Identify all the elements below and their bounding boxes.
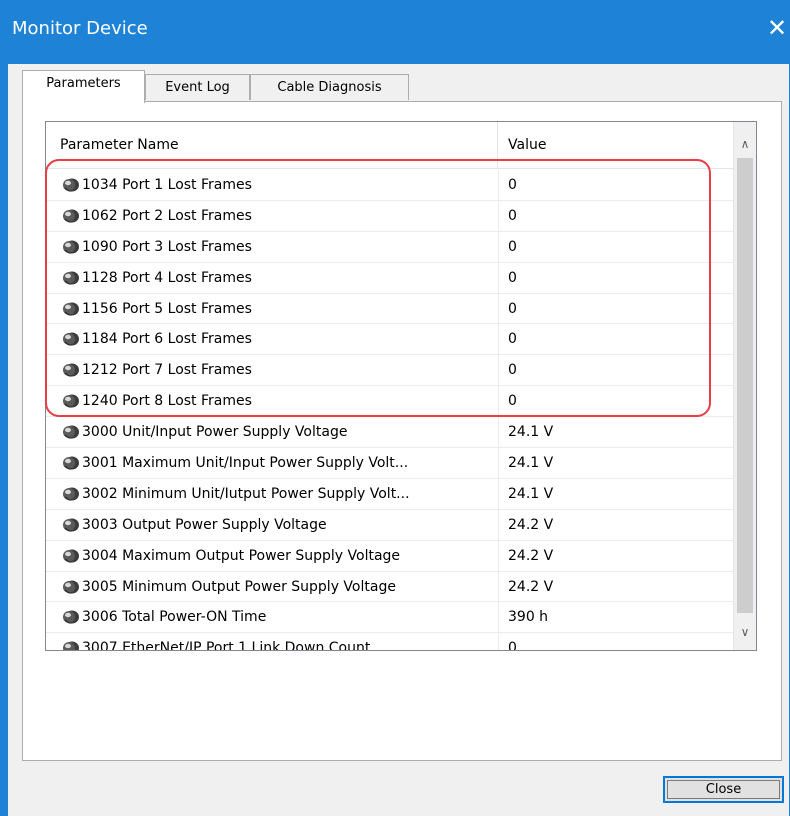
monitor-device-window: Monitor Device ✕ Parameters Event Log Ca… [0, 0, 790, 816]
table-row[interactable]: 1062 Port 2 Lost Frames 0 [46, 200, 734, 232]
column-separator [498, 355, 499, 386]
table-row[interactable]: 3007 EtherNet/IP Port 1 Link Down Count 0 [46, 633, 734, 651]
parameter-rows: 1034 Port 1 Lost Frames 0 1062 Port 2 Lost… [46, 170, 734, 651]
parameter-icon [62, 331, 80, 347]
parameter-value-cell: 0 [508, 207, 517, 224]
parameter-value-cell: 0 [508, 300, 517, 317]
close-icon[interactable]: ✕ [763, 14, 790, 42]
table-row[interactable]: 1156 Port 5 Lost Frames 0 [46, 293, 734, 325]
parameter-icon [62, 239, 80, 255]
column-header-parameter-name[interactable]: Parameter Name [46, 122, 498, 168]
parameter-name-cell: 3007 EtherNet/IP Port 1 Link Down Count [82, 640, 371, 651]
table-row[interactable]: 3000 Unit/Input Power Supply Voltage 24.1… [46, 417, 734, 449]
parameter-value-cell: 390 h [508, 609, 549, 626]
parameter-name-cell: 3005 Minimum Output Power Supply Voltage [82, 578, 396, 595]
parameter-value-cell: 24.1 V [508, 455, 554, 472]
table-row[interactable]: 3002 Minimum Unit/Iutput Power Supply Vo… [46, 478, 734, 510]
column-separator [498, 509, 499, 540]
parameter-name-cell: 1034 Port 1 Lost Frames [82, 177, 252, 193]
parameter-icon [62, 301, 80, 317]
parameter-name-cell: 3004 Maximum Output Power Supply Voltage [82, 547, 401, 564]
column-separator [498, 633, 499, 650]
window-title: Monitor Device [12, 18, 148, 39]
column-separator [498, 602, 499, 633]
parameter-icon [62, 208, 80, 224]
column-separator [498, 170, 499, 200]
parameter-icon [62, 177, 80, 193]
parameter-name-cell: 3006 Total Power-ON Time [82, 609, 267, 626]
parameter-name-cell: 3002 Minimum Unit/Iutput Power Supply Vo… [82, 485, 410, 502]
table-row[interactable]: 3006 Total Power-ON Time 390 h [46, 602, 734, 634]
table-row[interactable]: 1184 Port 6 Lost Frames 0 [46, 324, 734, 356]
column-separator [498, 540, 499, 571]
scrollbar-thumb[interactable] [737, 158, 753, 613]
parameter-icon [62, 517, 80, 533]
parameter-icon [62, 362, 80, 378]
parameter-name-cell: 1240 Port 8 Lost Frames [82, 393, 252, 410]
parameter-value-cell: 0 [508, 269, 517, 286]
vertical-scrollbar[interactable]: ∧ ∨ [733, 122, 756, 650]
parameter-icon [62, 393, 80, 409]
table-row[interactable]: 3005 Minimum Output Power Supply Voltage… [46, 571, 734, 603]
title-bar[interactable]: Monitor Device ✕ [0, 0, 790, 64]
tab-event-log[interactable]: Event Log [145, 74, 250, 100]
parameter-value-cell: 24.1 V [508, 485, 554, 502]
parameter-value-cell: 0 [508, 177, 517, 193]
table-row[interactable]: 3004 Maximum Output Power Supply Voltage… [46, 540, 734, 572]
table-row[interactable]: 1034 Port 1 Lost Frames 0 [46, 170, 734, 201]
parameter-value-cell: 0 [508, 640, 517, 651]
parameter-name-cell: 1156 Port 5 Lost Frames [82, 300, 252, 317]
parameter-name-cell: 3003 Output Power Supply Voltage [82, 516, 327, 533]
parameter-name-cell: 1062 Port 2 Lost Frames [82, 207, 252, 224]
column-separator [498, 293, 499, 324]
parameter-icon [62, 579, 80, 595]
column-separator [498, 200, 499, 231]
scroll-up-icon[interactable]: ∧ [734, 130, 756, 158]
scroll-down-icon[interactable]: ∨ [734, 618, 756, 646]
parameter-value-cell: 0 [508, 238, 517, 255]
parameter-list[interactable]: Parameter Name Value 1034 Port 1 Lost Fr… [45, 121, 757, 651]
parameter-icon [62, 609, 80, 625]
close-button-focus-rect [667, 780, 780, 799]
parameter-name-cell: 1184 Port 6 Lost Frames [82, 331, 252, 348]
parameter-value-cell: 0 [508, 362, 517, 379]
parameter-name-cell: 1212 Port 7 Lost Frames [82, 362, 252, 379]
table-row[interactable]: 3001 Maximum Unit/Input Power Supply Vol… [46, 448, 734, 479]
close-button[interactable]: Close [663, 776, 784, 803]
tab-cable-diagnosis[interactable]: Cable Diagnosis [250, 74, 409, 100]
table-row[interactable]: 3003 Output Power Supply Voltage 24.2 V [46, 509, 734, 541]
parameter-icon [62, 640, 80, 650]
parameter-icon [62, 486, 80, 502]
parameter-name-cell: 1090 Port 3 Lost Frames [82, 238, 252, 255]
parameter-value-cell: 0 [508, 331, 517, 348]
column-separator [498, 324, 499, 355]
table-row[interactable]: 1090 Port 3 Lost Frames 0 [46, 231, 734, 263]
parameter-icon [62, 548, 80, 564]
column-separator [498, 448, 499, 478]
column-separator [498, 386, 499, 417]
column-separator [498, 417, 499, 448]
parameter-value-cell: 24.2 V [508, 516, 554, 533]
parameters-panel: Parameter Name Value 1034 Port 1 Lost Fr… [22, 101, 782, 761]
table-row[interactable]: 1212 Port 7 Lost Frames 0 [46, 355, 734, 387]
column-separator [498, 262, 499, 293]
table-row[interactable]: 1240 Port 8 Lost Frames 0 [46, 386, 734, 418]
parameter-icon [62, 424, 80, 440]
column-separator [498, 571, 499, 602]
column-separator [498, 478, 499, 509]
parameter-icon [62, 455, 80, 471]
parameter-value-cell: 0 [508, 393, 517, 410]
list-header: Parameter Name Value [46, 122, 734, 169]
parameter-name-cell: 3000 Unit/Input Power Supply Voltage [82, 424, 348, 441]
parameter-name-cell: 3001 Maximum Unit/Input Power Supply Vol… [82, 455, 409, 472]
column-header-value[interactable]: Value [498, 122, 734, 168]
tab-parameters[interactable]: Parameters [22, 70, 145, 103]
parameter-name-cell: 1128 Port 4 Lost Frames [82, 269, 252, 286]
column-separator [498, 231, 499, 262]
parameter-icon [62, 270, 80, 286]
table-row[interactable]: 1128 Port 4 Lost Frames 0 [46, 262, 734, 294]
parameter-value-cell: 24.2 V [508, 547, 554, 564]
parameter-value-cell: 24.2 V [508, 578, 554, 595]
parameter-value-cell: 24.1 V [508, 424, 554, 441]
